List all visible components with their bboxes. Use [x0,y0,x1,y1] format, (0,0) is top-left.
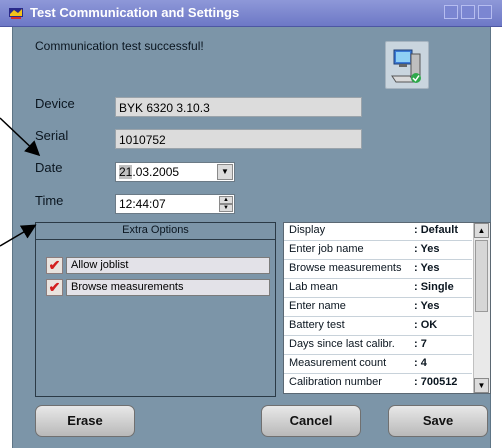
list-item-value: : Yes [414,262,440,274]
dialog-window: Test Communication and Settings Communic… [0,0,502,448]
checkmark-icon[interactable]: ✔ [46,257,63,274]
chevron-down-icon[interactable]: ▼ [217,164,233,180]
list-item-key: Browse measurements [289,262,402,274]
vertical-scrollbar[interactable]: ▲ ▼ [473,223,490,393]
list-item-key: Days since last calibr. [289,338,395,350]
save-button[interactable]: Save [388,405,488,437]
app-icon [9,8,23,19]
list-item-value: : Yes [414,300,440,312]
maximize-button[interactable] [461,5,475,19]
list-item-value: : Default [414,224,458,236]
close-button[interactable] [478,5,492,19]
window-title: Test Communication and Settings [30,5,240,20]
main-panel: Communication test successful! Device BY… [12,27,491,448]
date-day-segment[interactable]: 21 [119,165,133,179]
time-value: 12:44:07 [119,197,166,211]
allow-joblist-label[interactable]: Allow joblist [66,257,270,274]
spin-up-button[interactable]: ▲ [219,196,233,204]
list-item-key: Enter name [289,300,346,312]
title-bar: Test Communication and Settings [0,0,502,27]
extra-options-group: Extra Options ✔ Allow joblist ✔ Browse m… [35,222,276,397]
date-picker[interactable]: 21.03.2005 ▼ [115,162,235,182]
list-item-key: Measurement count [289,357,387,369]
device-label: Device [35,96,75,111]
scroll-up-icon[interactable]: ▲ [474,223,489,238]
list-item-key: Display [289,224,326,236]
spin-down-button[interactable]: ▼ [219,204,233,212]
list-item-value: : OK [414,319,438,331]
allow-joblist-option[interactable]: ✔ Allow joblist [46,257,270,274]
cancel-button[interactable]: Cancel [261,405,361,437]
browse-measurements-label[interactable]: Browse measurements [66,279,270,296]
list-item-key: Calibration number [289,376,382,388]
list-item-key: Battery test [289,319,345,331]
scroll-thumb[interactable] [475,240,488,312]
time-field[interactable]: 12:44:07 ▲ ▼ [115,194,235,214]
extra-options-title: Extra Options [36,223,275,240]
list-item-value: : 700512 [414,376,458,388]
list-item-value: : 4 [414,357,427,369]
minimize-button[interactable] [444,5,458,19]
serial-label: Serial [35,128,69,143]
list-item-key: Lab mean [289,281,338,293]
device-field: BYK 6320 3.10.3 [115,97,362,117]
status-message: Communication test successful! [35,39,204,53]
serial-field: 1010752 [115,129,362,149]
erase-button[interactable]: Erase [35,405,135,437]
spinner-arrows-icon[interactable]: ▲ ▼ [219,196,233,212]
scroll-down-icon[interactable]: ▼ [474,378,489,393]
list-item-value: : 7 [414,338,427,350]
date-label: Date [35,160,63,175]
date-rest-segment: .03.2005 [132,165,180,179]
time-label: Time [35,193,64,208]
list-item-value: : Single [414,281,454,293]
computer-network-icon [385,41,429,89]
browse-measurements-option[interactable]: ✔ Browse measurements [46,279,270,296]
list-item-key: Enter job name [289,243,364,255]
settings-info-list[interactable]: Display : Default Enter job name : Yes Bro… [283,222,491,394]
checkmark-icon[interactable]: ✔ [46,279,63,296]
list-item-value: : Yes [414,243,440,255]
